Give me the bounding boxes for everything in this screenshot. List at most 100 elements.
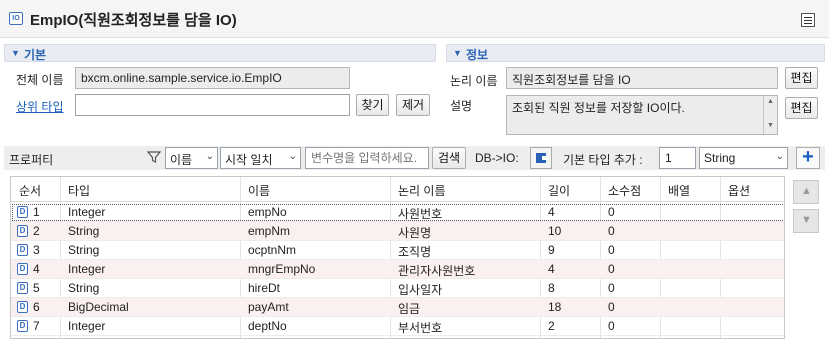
io-type-icon: IO [9,12,23,25]
column-header[interactable]: 타입 [68,182,90,199]
chevron-down-icon: ⌄ [288,151,297,162]
cell-scale[interactable]: 0 [608,300,615,314]
cell-length[interactable]: 8 [548,281,555,295]
cell-logical[interactable]: 조직명 [398,243,431,260]
cell-order: 7 [33,319,40,333]
add-type-value: String [704,151,736,165]
filter-mode-value: 시작 일치 [225,153,273,167]
cell-type[interactable]: Integer [68,319,105,333]
cell-logical[interactable]: 관리자사원번호 [398,262,475,279]
editor-title-bar: IO EmpIO(직원조회정보를 담을 IO) [0,0,829,38]
full-name-label: 전체 이름 [16,73,64,87]
scroll-up-icon[interactable]: ▲ [767,98,774,105]
filter-mode-select[interactable]: 시작 일치 ⌄ [220,147,301,169]
remove-button[interactable]: 제거 [396,94,430,116]
column-header[interactable]: 논리 이름 [398,182,446,199]
table-row[interactable]: D 4 Integer mngrEmpNo 관리자사원번호 4 0 [11,260,784,279]
column-header[interactable]: 배열 [668,182,690,199]
column-header[interactable]: 소수점 [608,182,641,199]
description-field[interactable]: 조회된 직원 정보를 저장할 IO이다. [506,95,778,135]
table-row[interactable]: D 7 Integer deptNo 부서번호 2 0 [11,317,784,336]
cell-type[interactable]: String [68,224,99,238]
logical-name-field[interactable]: 직원조회정보를 담을 IO [506,67,778,89]
cell-name[interactable]: empNo [248,205,287,219]
full-name-field[interactable]: bxcm.online.sample.service.io.EmpIO [75,67,350,89]
cell-scale[interactable]: 0 [608,319,615,333]
description-label: 설명 [450,99,473,113]
cell-scale[interactable]: 0 [608,205,615,219]
cell-type[interactable]: Integer [68,262,105,276]
table-row[interactable]: D 2 String empNm 사원명 10 0 [11,222,784,241]
cell-name[interactable]: mngrEmpNo [248,262,315,276]
filter-field-value: 이름 [170,153,193,167]
table-row[interactable]: D 6 BigDecimal payAmt 임금 18 0 [11,298,784,317]
description-scrollbar[interactable]: ▲ ▼ [763,96,777,134]
properties-table: 순서 타입 이름 논리 이름 길이 소수점 배열 옵션 D 1 Integer emp… [10,176,785,339]
collapse-arrow-icon: ▼ [11,48,20,58]
edit-logical-name-button[interactable]: 편집 [785,67,818,89]
column-header[interactable]: 길이 [548,182,570,199]
cell-order: 5 [33,281,40,295]
cell-scale[interactable]: 0 [608,281,615,295]
cell-type[interactable]: String [68,281,99,295]
cell-type[interactable]: String [68,243,99,257]
column-header[interactable]: 이름 [248,182,270,199]
parent-type-field[interactable] [75,94,350,116]
filter-field-select[interactable]: 이름 ⌄ [165,147,218,169]
cell-name[interactable]: hireDt [248,281,280,295]
field-type-icon: D [17,263,28,275]
description-text: 조회된 직원 정보를 저장할 IO이다. [512,101,685,115]
column-header[interactable]: 순서 [19,182,41,199]
chevron-down-icon: ⌄ [775,151,784,162]
cell-logical[interactable]: 부서번호 [398,319,442,336]
cell-length[interactable]: 4 [548,205,555,219]
cell-length[interactable]: 4 [548,262,555,276]
cell-name[interactable]: payAmt [248,300,289,314]
arrow-up-icon: ▲ [801,185,812,197]
cell-scale[interactable]: 0 [608,262,615,276]
scroll-down-icon[interactable]: ▼ [767,122,774,129]
find-button[interactable]: 찾기 [356,94,389,116]
cell-order: 2 [33,224,40,238]
section-basic-header[interactable]: ▼ 기본 [4,44,436,62]
add-count-field[interactable]: 1 [659,147,696,169]
section-info-label: 정보 [466,48,489,62]
cell-scale[interactable]: 0 [608,224,615,238]
column-header[interactable]: 옵션 [728,182,750,199]
add-type-select[interactable]: String ⌄ [699,147,788,169]
cell-length[interactable]: 2 [548,319,555,333]
table-row[interactable]: D 1 Integer empNo 사원번호 4 0 [11,203,784,222]
parent-type-link[interactable]: 상위 타입 [16,98,64,115]
cell-type[interactable]: Integer [68,205,105,219]
search-button[interactable]: 검색 [432,147,466,169]
section-info-header[interactable]: ▼ 정보 [446,44,825,62]
cell-type[interactable]: BigDecimal [68,300,129,314]
cell-scale[interactable]: 0 [608,243,615,257]
table-row[interactable]: D 3 String ocptnNm 조직명 9 0 [11,241,784,260]
field-type-icon: D [17,320,28,332]
table-layout-icon[interactable] [801,13,815,27]
move-up-button[interactable]: ▲ [793,180,819,204]
add-property-button[interactable]: + [796,147,820,169]
cell-order: 1 [33,205,40,219]
cell-name[interactable]: deptNo [248,319,287,333]
db-io-mapping-icon[interactable] [530,147,552,169]
move-down-button[interactable]: ▼ [793,209,819,233]
cell-logical[interactable]: 입사일자 [398,281,442,298]
cell-order: 3 [33,243,40,257]
cell-logical[interactable]: 임금 [398,300,420,317]
cell-logical[interactable]: 사원번호 [398,205,442,222]
logical-name-label: 논리 이름 [450,74,498,88]
page-title: EmpIO(직원조회정보를 담을 IO) [30,12,237,29]
cell-name[interactable]: empNm [248,224,290,238]
table-row[interactable]: D 5 String hireDt 입사일자 8 0 [11,279,784,298]
cell-logical[interactable]: 사원명 [398,224,431,241]
edit-description-button[interactable]: 편집 [785,97,818,119]
search-input[interactable] [305,147,429,169]
cell-length[interactable]: 10 [548,224,561,238]
field-type-icon: D [17,282,28,294]
table-header: 순서 타입 이름 논리 이름 길이 소수점 배열 옵션 [11,177,784,202]
cell-length[interactable]: 9 [548,243,555,257]
cell-length[interactable]: 18 [548,300,561,314]
cell-name[interactable]: ocptnNm [248,243,296,257]
